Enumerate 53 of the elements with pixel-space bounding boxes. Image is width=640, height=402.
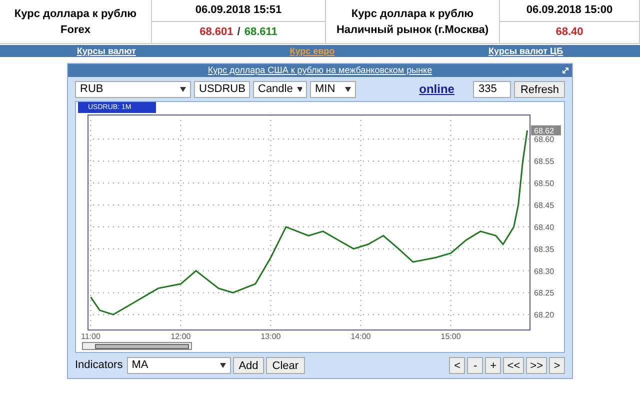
x-axis-label: 11:00 xyxy=(80,332,100,341)
refresh-button[interactable]: Refresh xyxy=(514,80,565,98)
x-axis-label: 15:00 xyxy=(440,332,461,341)
rate-title: Курс доллара к рублю xyxy=(14,6,137,22)
interval-select[interactable]: MIN xyxy=(310,80,356,98)
chart-nav-button[interactable]: >> xyxy=(526,357,547,374)
dropdown-arrow-icon xyxy=(220,363,226,368)
rate-title: Курс доллара к рублю xyxy=(351,6,474,22)
rate-subtitle: Наличный рынок (г.Москва) xyxy=(336,22,489,38)
dropdown-arrow-icon xyxy=(345,86,351,92)
chart-nav-button[interactable]: << xyxy=(503,357,524,374)
x-axis-label: 13:00 xyxy=(260,332,281,341)
indicators-label: Indicators xyxy=(75,358,123,374)
chart-nav-button[interactable]: < xyxy=(449,357,466,374)
dropdown-arrow-icon xyxy=(296,86,302,92)
rate-datetime: 06.09.2018 15:00 xyxy=(526,3,613,18)
y-axis-label: 68.20 xyxy=(534,310,554,320)
chart-nav-button[interactable]: > xyxy=(549,357,565,374)
y-axis-label: 68.25 xyxy=(534,288,554,298)
y-axis-label: 68.45 xyxy=(534,200,554,210)
y-axis-label: 68.55 xyxy=(534,157,554,166)
rate-value: 68.611 xyxy=(244,25,278,40)
y-axis-label: 68.30 xyxy=(534,266,554,276)
rate-subtitle: Forex xyxy=(60,22,90,38)
y-axis-label: 68.60 xyxy=(534,135,554,144)
indicator-button[interactable]: Add xyxy=(232,357,264,374)
pair-select[interactable]: USDRUB xyxy=(194,80,250,98)
nav-link[interactable]: Курсы валют ЦБ xyxy=(488,46,564,56)
online-link[interactable]: online xyxy=(419,80,454,98)
chart-nav-button[interactable]: - xyxy=(467,357,484,374)
y-axis-label: 68.40 xyxy=(534,222,554,232)
x-axis-label: 12:00 xyxy=(170,332,191,341)
indicator-select[interactable]: MA xyxy=(126,357,231,374)
expand-icon[interactable] xyxy=(562,67,569,74)
slash-separator: / xyxy=(237,25,240,40)
x-axis-label: 14:00 xyxy=(350,332,371,341)
nav-link[interactable]: Курсы валют xyxy=(76,46,136,56)
rate-value: 68.601 xyxy=(200,25,234,40)
scrollbar[interactable] xyxy=(82,342,192,350)
chart-nav-button[interactable]: + xyxy=(485,357,502,374)
y-axis-label: 68.35 xyxy=(534,244,554,254)
dropdown-arrow-icon xyxy=(180,86,186,92)
rate-datetime: 06.09.2018 15:51 xyxy=(195,3,282,18)
panel-title-link[interactable]: Курс доллара США к рублю на межбанковском рынке xyxy=(208,66,432,75)
chart-type-select[interactable]: Candle xyxy=(253,80,307,98)
current-price-tag: 68.62 xyxy=(531,125,561,136)
annotation: 68.62 xyxy=(534,126,555,136)
currency-select[interactable]: RUB xyxy=(75,80,191,98)
scrollbar-thumb[interactable] xyxy=(95,344,189,348)
rate-value: 68.40 xyxy=(556,25,584,40)
y-axis-label: 68.50 xyxy=(534,179,554,188)
count-field[interactable]: 335 xyxy=(473,80,512,98)
indicator-button[interactable]: Clear xyxy=(266,357,305,374)
